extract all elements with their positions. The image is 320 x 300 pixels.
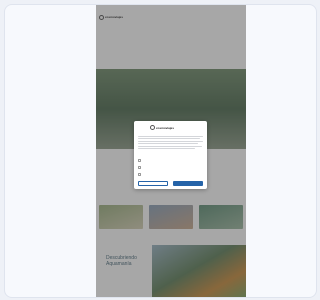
brand-name: cosmoviajes — [105, 15, 124, 19]
consent-checkbox[interactable] — [138, 159, 141, 162]
dialog-body-text — [138, 136, 203, 150]
site-logo[interactable]: cosmoviajes — [99, 14, 124, 20]
consent-option[interactable] — [138, 173, 203, 176]
destination-card-image[interactable] — [199, 205, 243, 229]
consent-checkbox[interactable] — [138, 173, 141, 176]
destination-card-image[interactable] — [99, 205, 143, 229]
consent-checkbox[interactable] — [138, 166, 141, 169]
dialog-brand-name: cosmoviajes — [156, 125, 175, 130]
promo-image[interactable] — [152, 245, 246, 297]
consent-option[interactable] — [138, 166, 203, 169]
logo-icon — [150, 125, 155, 130]
destination-card-image[interactable] — [149, 205, 193, 229]
dialog-actions — [138, 181, 203, 186]
configure-cookies-button[interactable] — [138, 181, 168, 186]
preview-card: cosmoviajes Descubriendo Aquamanía cosmo… — [4, 4, 317, 298]
promo-heading: Descubriendo Aquamanía — [106, 255, 137, 267]
accept-cookies-button[interactable] — [173, 181, 203, 186]
cookie-consent-dialog: cosmoviajes — [134, 121, 207, 189]
consent-option[interactable] — [138, 159, 203, 162]
site-header: cosmoviajes — [96, 9, 246, 25]
dialog-logo: cosmoviajes — [150, 125, 174, 130]
logo-icon — [99, 14, 104, 20]
